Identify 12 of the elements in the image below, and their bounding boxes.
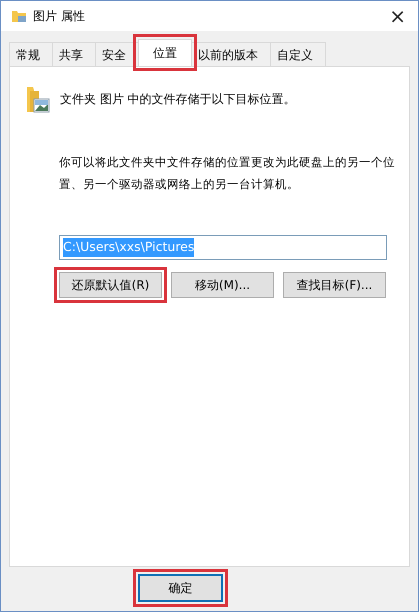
folder-icon (11, 9, 27, 23)
tab[interactable]: 自定义 (270, 42, 326, 66)
description-text: 你可以将此文件夹中文件存储的位置更改为此硬盘上的另一个位置、另一个驱动器或网络上的另一台计算机。 (59, 154, 396, 193)
close-button[interactable]: × (383, 6, 412, 26)
ok-button[interactable]: 确定 (138, 574, 223, 602)
restore-default-button[interactable]: 还原默认值(R) (59, 272, 162, 298)
move-button[interactable]: 移动(M)... (171, 272, 274, 298)
tab[interactable]: 常规 (9, 42, 53, 66)
find-target-button[interactable]: 查找目标(F)... (283, 272, 386, 298)
window-title: 图片 属性 (33, 8, 86, 25)
location-heading: 文件夹 图片 中的文件存储于以下目标位置。 (60, 91, 296, 108)
folder-icon (26, 85, 50, 113)
